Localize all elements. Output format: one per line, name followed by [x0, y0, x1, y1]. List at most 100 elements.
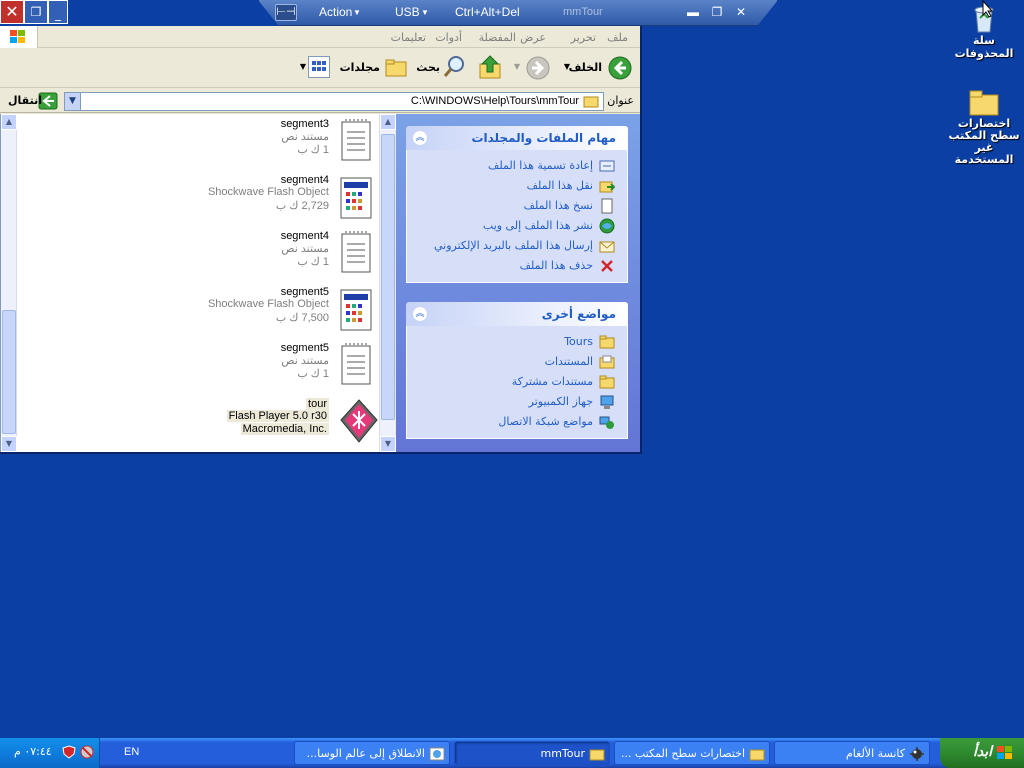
forward-arrow-icon[interactable] [526, 56, 550, 80]
publish-web-icon [599, 218, 615, 234]
task-publish-web[interactable]: نشر هذا الملف إلى ويب [413, 216, 619, 236]
horizontal-scrollbar[interactable]: ▲ ▼ [1, 114, 17, 452]
vm-minimize-button[interactable]: _ [48, 0, 68, 24]
menu-bar: ملف تحرير عرض المفضلة أدوات تعليمات [0, 26, 640, 48]
task-button-shortcuts[interactable]: اختصارات سطح المكتب ... [614, 741, 770, 765]
other-places-title: مواضع أخرى [541, 307, 616, 321]
menu-tools[interactable]: أدوات [435, 31, 462, 44]
task-email[interactable]: إرسال هذا الملف بالبريد الإلكتروني [413, 236, 619, 256]
collapse-icon[interactable]: ︽ [412, 130, 428, 146]
file-name: segment5 [280, 342, 329, 354]
file-item-selected[interactable]: tour Flash Player 5.0 r30 Macromedia, In… [191, 396, 381, 452]
address-input[interactable]: C:\WINDOWS\Help\Tours\mmTour ▼ [64, 92, 604, 111]
vm-close-icon[interactable]: ✕ [733, 4, 749, 20]
volume-icon[interactable] [80, 745, 94, 759]
scroll-down-icon[interactable]: ▼ [1, 436, 17, 452]
vm-close-button[interactable]: ✕ [0, 0, 24, 24]
place-network[interactable]: مواضع شبكة الاتصال [413, 412, 619, 432]
place-shared-documents[interactable]: مستندات مشتركة [413, 372, 619, 392]
documents-icon [599, 354, 615, 370]
file-item[interactable]: segment4 Shockwave Flash Object 2,729 ك … [191, 172, 381, 228]
folders-button-label[interactable]: مجلدات [340, 61, 380, 74]
file-item[interactable]: segment5 مستند نص 1 ك ب [191, 340, 381, 396]
task-button-tour[interactable]: الانطلاق إلى عالم الوسا... [294, 741, 450, 765]
task-move[interactable]: نقل هذا الملف [413, 176, 619, 196]
task-button-minesweeper[interactable]: كانسة الألغام [774, 741, 930, 765]
security-shield-icon[interactable] [62, 745, 76, 759]
start-button[interactable]: ابدأ [940, 738, 1024, 768]
file-item[interactable]: segment4 مستند نص 1 ك ب [191, 228, 381, 284]
go-button-label[interactable]: انتقال [8, 94, 42, 107]
file-type: مستند نص [281, 355, 329, 367]
task-copy[interactable]: نسخ هذا الملف [413, 196, 619, 216]
clock[interactable]: ٠٧:٤٤ م [14, 745, 52, 758]
file-size: 1 ك ب [297, 256, 329, 268]
explorer-window: ملف تحرير عرض المفضلة أدوات تعليمات الخل… [0, 26, 642, 454]
folder-icon [583, 94, 599, 108]
back-arrow-icon[interactable] [608, 56, 632, 80]
place-documents[interactable]: المستندات [413, 352, 619, 372]
scroll-thumb[interactable] [2, 310, 16, 434]
views-icon[interactable] [308, 56, 330, 78]
search-icon[interactable] [442, 54, 466, 80]
language-indicator[interactable]: EN [124, 746, 139, 758]
folder-icon [749, 746, 765, 762]
menu-edit[interactable]: تحرير [571, 31, 596, 44]
place-my-computer[interactable]: جهاز الكمبيوتر [413, 392, 619, 412]
scroll-up-icon[interactable]: ▲ [380, 114, 396, 130]
menu-favorites[interactable]: المفضلة [479, 31, 516, 44]
chevron-down-icon[interactable]: ▼ [300, 62, 306, 71]
file-size: 2,729 ك ب [275, 200, 329, 212]
desktop-icon-unused-shortcuts[interactable]: اختصارات سطح المكتب غير المستخدمة [944, 86, 1024, 166]
file-size: 1 ك ب [297, 144, 329, 156]
address-path[interactable]: C:\WINDOWS\Help\Tours\mmTour [411, 95, 579, 107]
chevron-down-icon: ▼ [353, 8, 361, 17]
file-company: Macromedia, Inc. [240, 423, 329, 435]
chevron-down-icon[interactable]: ▼ [564, 62, 570, 71]
menu-help[interactable]: تعليمات [391, 31, 426, 44]
file-name: segment5 [280, 286, 329, 298]
task-delete[interactable]: حذف هذا الملف [413, 256, 619, 276]
tour-icon [429, 746, 445, 762]
search-button-label[interactable]: بحث [416, 61, 440, 74]
pin-icon[interactable]: ⊢⊣ [275, 4, 297, 21]
file-type: Shockwave Flash Object [207, 186, 329, 198]
vertical-scrollbar[interactable]: ▲ ▼ [379, 114, 396, 452]
file-tasks-header[interactable]: مهام الملفات والمجلدات ︽ [406, 126, 628, 150]
file-name: tour [306, 398, 329, 410]
folder-icon [599, 334, 615, 350]
vm-menu-ctrl-alt-del[interactable]: Ctrl+Alt+Del [455, 5, 520, 19]
address-dropdown-button[interactable]: ▼ [65, 93, 81, 110]
scroll-down-icon[interactable]: ▼ [380, 436, 396, 452]
mouse-cursor-icon [982, 0, 994, 18]
back-button-label[interactable]: الخلف [569, 61, 602, 74]
copy-icon [599, 198, 615, 214]
file-item[interactable]: segment5 Shockwave Flash Object 7,500 ك … [191, 284, 381, 340]
folder-up-icon[interactable] [478, 54, 502, 80]
windows-flag-icon [996, 744, 1014, 762]
vm-menu-usb[interactable]: USB [395, 5, 420, 19]
vm-restore-icon[interactable]: ❐ [709, 4, 725, 20]
shared-documents-icon [599, 374, 615, 390]
file-type: Flash Player 5.0 r30 [226, 410, 329, 422]
other-places-header[interactable]: مواضع أخرى ︽ [406, 302, 628, 326]
menu-view[interactable]: عرض [520, 31, 546, 44]
file-name: segment4 [280, 230, 329, 242]
scroll-up-icon[interactable]: ▲ [1, 114, 17, 130]
file-tasks-panel: مهام الملفات والمجلدات ︽ إعادة تسمية هذا… [406, 126, 628, 283]
place-tours[interactable]: Tours [413, 332, 619, 352]
scroll-thumb[interactable] [381, 134, 395, 420]
vm-minimize-icon[interactable]: ▬ [685, 4, 701, 20]
folders-icon[interactable] [384, 56, 408, 80]
vm-menu-action[interactable]: Action [319, 5, 352, 19]
menu-file[interactable]: ملف [607, 31, 628, 44]
folder-icon [968, 86, 1000, 118]
computer-icon [599, 394, 615, 410]
task-button-mmtour-active[interactable]: mmTour [454, 741, 610, 765]
collapse-icon[interactable]: ︽ [412, 306, 428, 322]
file-tasks-title: مهام الملفات والمجلدات [471, 131, 616, 145]
task-rename[interactable]: إعادة تسمية هذا الملف [413, 156, 619, 176]
vm-restore-button[interactable]: ❐ [24, 0, 48, 24]
vm-title: mmTour [563, 6, 603, 18]
file-item[interactable]: segment3 مستند نص 1 ك ب [191, 116, 381, 172]
